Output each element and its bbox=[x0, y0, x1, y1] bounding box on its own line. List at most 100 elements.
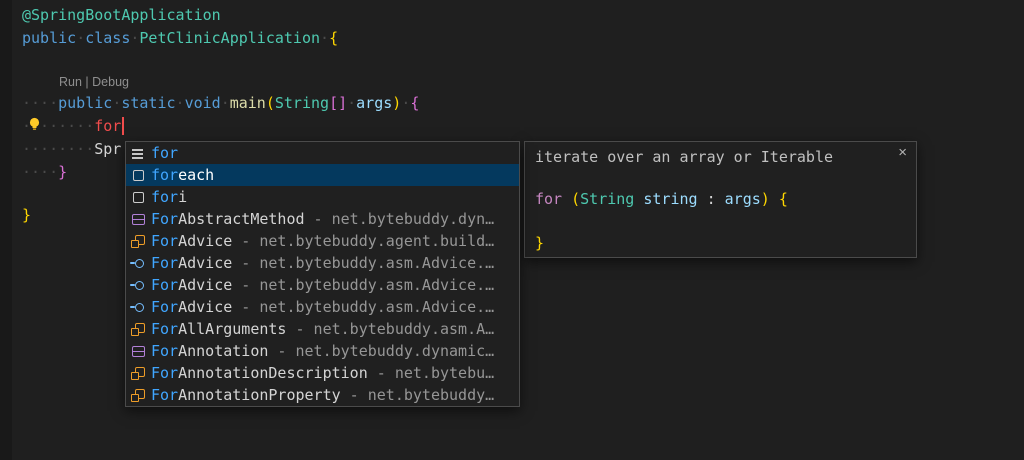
suggestion-item[interactable]: ForAdvice - net.bytebuddy.asm.Advice.… bbox=[126, 274, 519, 296]
codelens-separator: | bbox=[82, 75, 92, 89]
suggestion-label: For bbox=[151, 386, 178, 404]
close-icon[interactable]: × bbox=[898, 145, 907, 161]
brace-token: { bbox=[329, 29, 338, 47]
text-cursor bbox=[122, 117, 124, 135]
suggestion-item[interactable]: ForAnnotation - net.bytebuddy.dynamic… bbox=[126, 340, 519, 362]
annotation-token: @SpringBootApplication bbox=[22, 6, 221, 24]
suggestion-detail: - net.bytebu… bbox=[368, 364, 494, 382]
run-link[interactable]: Run bbox=[59, 75, 82, 89]
space bbox=[770, 190, 779, 208]
suggestion-item[interactable]: ForAdvice - net.bytebuddy.agent.build… bbox=[126, 230, 519, 252]
suggestion-label: For bbox=[151, 298, 178, 316]
suggestion-label: For bbox=[151, 232, 178, 250]
keyword-token: void bbox=[185, 94, 221, 112]
whitespace-dot: · bbox=[347, 94, 356, 112]
whitespace-dot: · bbox=[76, 29, 85, 47]
suggestion-item[interactable]: ForAnnotationProperty - net.bytebuddy… bbox=[126, 384, 519, 406]
colon-token: : bbox=[707, 190, 716, 208]
suggestion-detail: - net.bytebuddy.asm.A… bbox=[286, 320, 494, 338]
suggestion-label-rest: Advice bbox=[178, 298, 232, 316]
brace-token: } bbox=[22, 206, 31, 224]
suggestion-detail: - net.bytebuddy.asm.Advice.… bbox=[232, 254, 494, 272]
docs-code-line: } bbox=[535, 234, 544, 252]
suggestion-item-selected[interactable]: foreach bbox=[126, 164, 519, 186]
suggestion-label: For bbox=[151, 342, 178, 360]
suggestion-item[interactable]: ForAllArguments - net.bytebuddy.asm.A… bbox=[126, 318, 519, 340]
suggestion-item[interactable]: ForAdvice - net.bytebuddy.asm.Advice.… bbox=[126, 252, 519, 274]
suggestion-label-rest: Advice bbox=[178, 232, 232, 250]
suggestion-detail: - net.bytebuddy.dyn… bbox=[305, 210, 495, 228]
suggestion-label: for bbox=[151, 166, 178, 184]
code-line: @SpringBootApplication bbox=[22, 4, 221, 26]
class-icon bbox=[130, 365, 146, 381]
paren-token: ( bbox=[266, 94, 275, 112]
code-line: public·class·PetClinicApplication·{ bbox=[22, 27, 338, 49]
typed-text-token: for bbox=[94, 117, 121, 135]
suggestion-item[interactable]: fori bbox=[126, 186, 519, 208]
typed-text-token: Spr bbox=[94, 140, 121, 158]
suggestion-detail: - net.bytebuddy.dynamic… bbox=[268, 342, 494, 360]
debug-link[interactable]: Debug bbox=[92, 75, 129, 89]
whitespace-dot: · bbox=[401, 94, 410, 112]
paren-token: ( bbox=[571, 190, 580, 208]
struct-icon bbox=[130, 211, 146, 227]
variable-token: string bbox=[643, 190, 697, 208]
keyword-icon bbox=[130, 145, 146, 161]
keyword-token: public bbox=[22, 29, 76, 47]
class-icon bbox=[130, 321, 146, 337]
brace-token: } bbox=[58, 163, 67, 181]
class-icon bbox=[130, 387, 146, 403]
code-line: ········Spr bbox=[22, 138, 121, 160]
interface-icon bbox=[130, 299, 146, 315]
space bbox=[716, 190, 725, 208]
method-name-token: main bbox=[230, 94, 266, 112]
space bbox=[562, 190, 571, 208]
suggestion-item[interactable]: ForAnnotationDescription - net.bytebu… bbox=[126, 362, 519, 384]
suggestion-label: For bbox=[151, 320, 178, 338]
suggestion-label: for bbox=[151, 188, 178, 206]
keyword-token: for bbox=[535, 190, 562, 208]
snippet-icon bbox=[130, 189, 146, 205]
keyword-token: static bbox=[121, 94, 175, 112]
parameter-token: args bbox=[356, 94, 392, 112]
brace-token: { bbox=[410, 94, 419, 112]
suggestion-item[interactable]: for bbox=[126, 142, 519, 164]
whitespace-dots: ···· bbox=[22, 94, 58, 112]
keyword-token: class bbox=[85, 29, 130, 47]
code-line: } bbox=[22, 204, 31, 226]
suggestion-label-rest: Advice bbox=[178, 254, 232, 272]
snippet-icon bbox=[130, 167, 146, 183]
space bbox=[698, 190, 707, 208]
docs-summary: iterate over an array or Iterable bbox=[535, 148, 833, 166]
suggestion-detail: - net.bytebuddy.agent.build… bbox=[232, 232, 494, 250]
suggestion-item[interactable]: ForAbstractMethod - net.bytebuddy.dyn… bbox=[126, 208, 519, 230]
type-token: String bbox=[580, 190, 634, 208]
struct-icon bbox=[130, 343, 146, 359]
suggestion-detail: - net.bytebuddy.asm.Advice.… bbox=[232, 276, 494, 294]
whitespace-dots: ········ bbox=[22, 140, 94, 158]
bracket-token: [] bbox=[329, 94, 347, 112]
suggestion-label-rest: each bbox=[178, 166, 214, 184]
whitespace-dot: · bbox=[176, 94, 185, 112]
suggestion-label-rest: Annotation bbox=[178, 342, 268, 360]
suggestion-label-rest: AllArguments bbox=[178, 320, 286, 338]
brace-token: { bbox=[779, 190, 788, 208]
suggestion-label: For bbox=[151, 364, 178, 382]
keyword-token: public bbox=[58, 94, 112, 112]
class-name-token: PetClinicApplication bbox=[139, 29, 320, 47]
docs-code-line: for (String string : args) { bbox=[535, 190, 788, 208]
interface-icon bbox=[130, 255, 146, 271]
lightbulb-icon[interactable] bbox=[26, 116, 43, 133]
suggestion-detail: - net.bytebuddy.asm.Advice.… bbox=[232, 298, 494, 316]
paren-token: ) bbox=[761, 190, 770, 208]
type-token: String bbox=[275, 94, 329, 112]
suggestion-item[interactable]: ForAdvice - net.bytebuddy.asm.Advice.… bbox=[126, 296, 519, 318]
suggestion-docs-panel: iterate over an array or Iterable × for … bbox=[524, 141, 917, 258]
suggestion-label-rest: AnnotationProperty bbox=[178, 386, 341, 404]
whitespace-dot: · bbox=[221, 94, 230, 112]
suggestion-label-rest: Advice bbox=[178, 276, 232, 294]
suggestion-label: For bbox=[151, 276, 178, 294]
variable-token: args bbox=[725, 190, 761, 208]
suggestion-label: For bbox=[151, 254, 178, 272]
interface-icon bbox=[130, 277, 146, 293]
